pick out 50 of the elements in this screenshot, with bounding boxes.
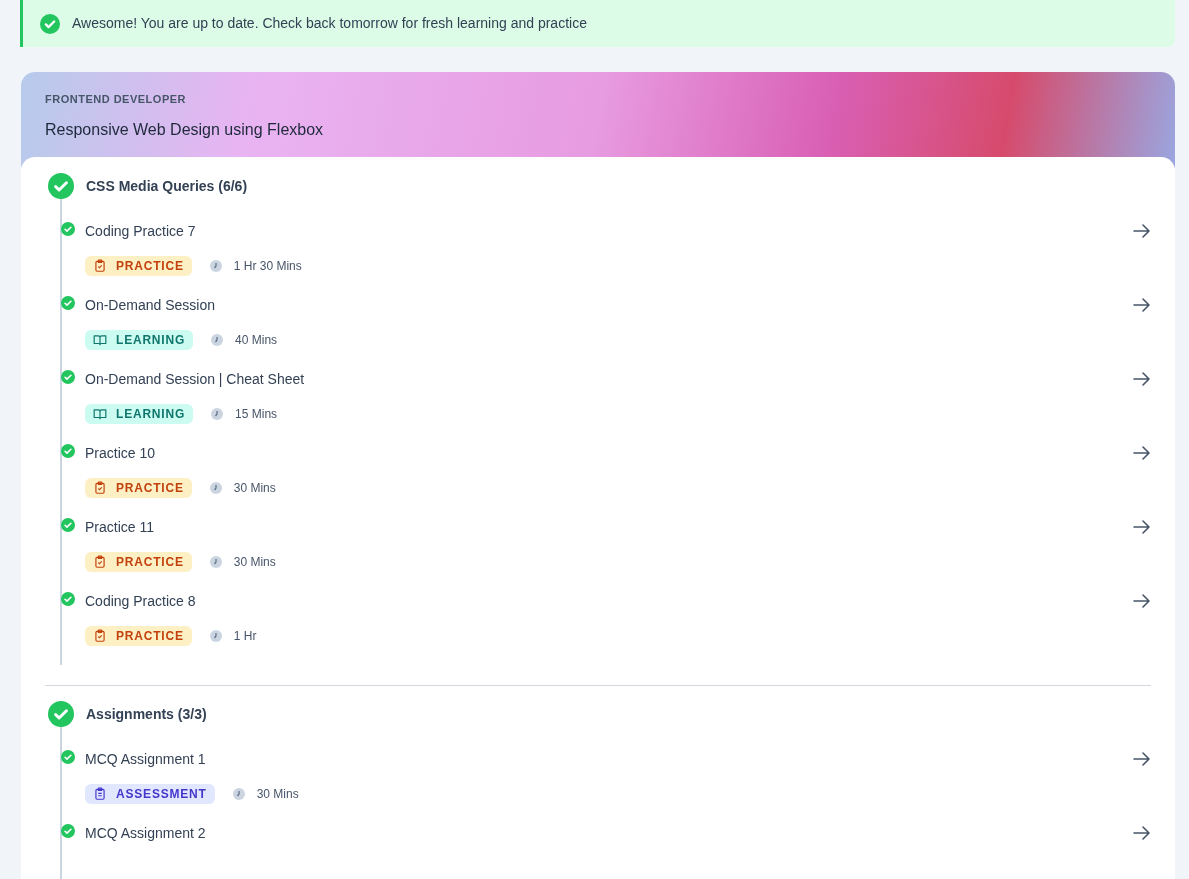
tag-badge: LEARNING [85,404,194,424]
duration-label: 30 Mins [233,480,276,497]
course-title: Responsive Web Design using Flexbox [45,119,325,140]
tag-badge: PRACTICE [85,478,192,498]
clipboard-check-icon [93,481,107,495]
clipboard-check-icon [93,259,107,273]
clock-icon [209,630,222,642]
item-title[interactable]: Practice 10 [85,443,156,463]
item-title[interactable]: Practice 11 [85,517,154,537]
arrow-right-icon[interactable] [1133,371,1151,387]
item-title[interactable]: MCQ Assignment 1 [85,749,206,769]
duration-label: 30 Mins [256,786,299,803]
item-title[interactable]: Coding Practice 7 [85,221,196,241]
tag-badge: ASSESSMENT [85,784,215,804]
clock-icon [211,408,224,420]
tag-badge: LEARNING [85,330,194,350]
clipboard-check-icon [93,629,107,643]
arrow-right-icon[interactable] [1133,223,1151,239]
track-label: FRONTEND DEVELOPER [45,92,187,107]
section-title: CSS Media Queries (6/6) [86,176,248,196]
item-title[interactable]: On-Demand Session [85,295,215,315]
duration-label: 1 Hr [233,628,257,645]
duration-label: 30 Mins [233,554,276,571]
clock-icon [211,334,224,346]
arrow-right-icon[interactable] [1133,519,1151,535]
clock-icon [232,788,245,800]
banner-message: Awesome! You are up to date. Check back tomorrow for fresh learning and practice [72,14,587,33]
tag-badge: PRACTICE [85,552,192,572]
arrow-right-icon[interactable] [1133,751,1151,767]
clipboard-list-icon [93,787,107,801]
item-title[interactable]: Coding Practice 8 [85,591,196,611]
tag-badge: PRACTICE [85,256,192,276]
duration-label: 40 Mins [235,332,278,349]
duration-label: 15 Mins [235,406,278,423]
section-title: Assignments (3/3) [86,704,207,724]
item-title[interactable]: On-Demand Session | Cheat Sheet [85,369,305,389]
book-icon [93,333,107,347]
clipboard-check-icon [93,555,107,569]
duration-label: 1 Hr 30 Mins [233,258,302,275]
clock-icon [209,260,222,272]
arrow-right-icon[interactable] [1133,593,1151,609]
item-title[interactable]: MCQ Assignment 2 [85,823,206,843]
arrow-right-icon[interactable] [1133,825,1151,841]
tag-badge: PRACTICE [85,626,192,646]
arrow-right-icon[interactable] [1133,445,1151,461]
arrow-right-icon[interactable] [1133,297,1151,313]
clock-icon [209,482,222,494]
clock-icon [209,556,222,568]
check-icon [40,13,60,34]
book-icon [93,407,107,421]
